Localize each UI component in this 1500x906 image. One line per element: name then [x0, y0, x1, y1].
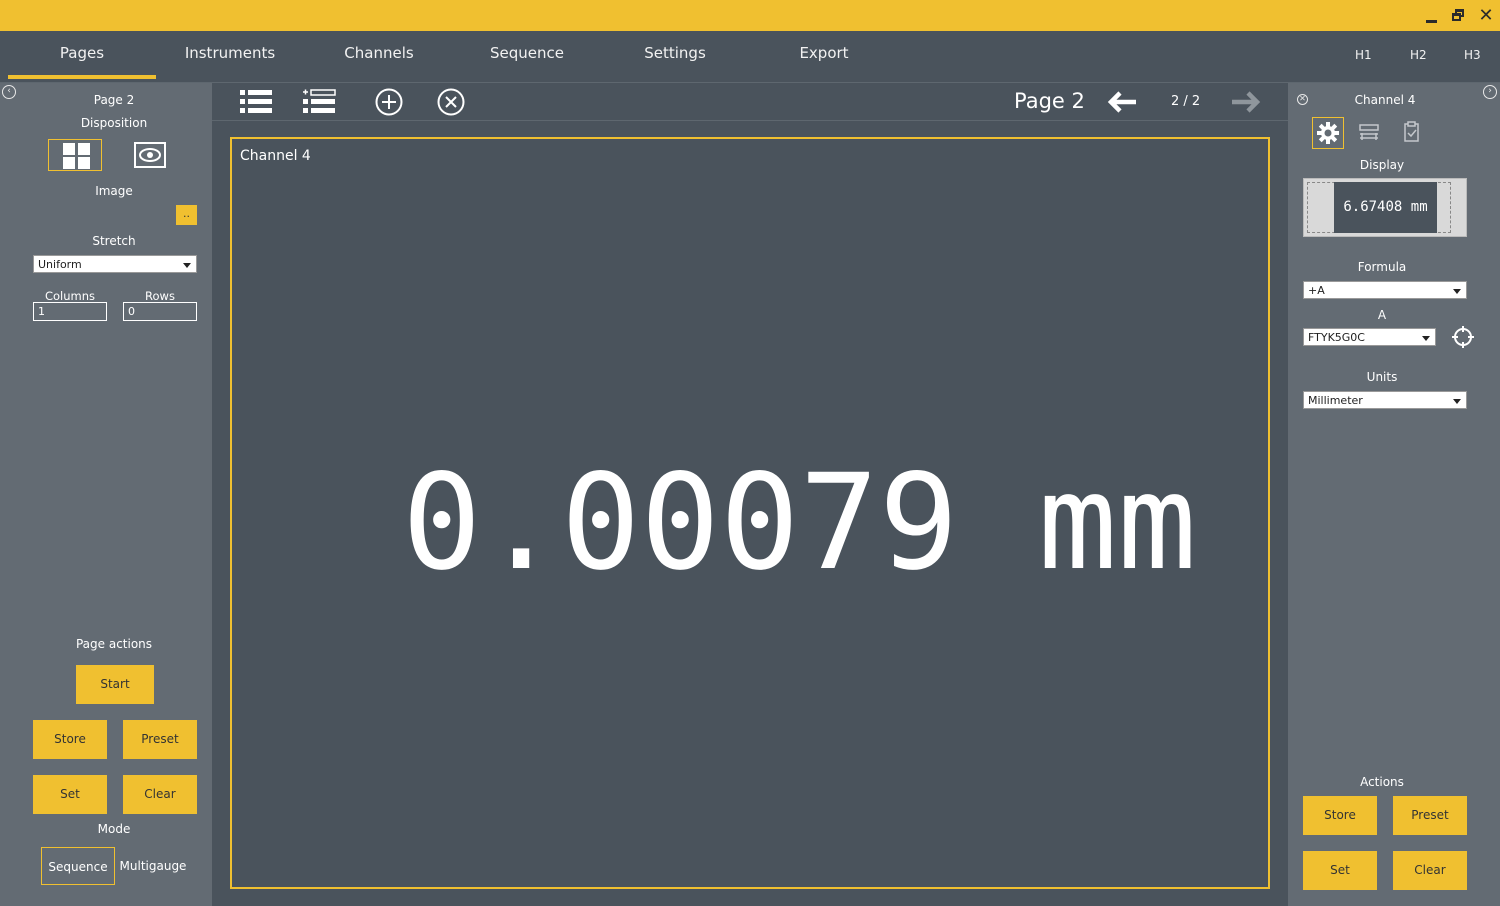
page-title: Page 2 — [1014, 89, 1085, 113]
display-preview-value: 6.67408 mm — [1334, 182, 1437, 233]
channel-display-tile[interactable]: Channel 4 0.00079 mm — [230, 137, 1270, 889]
crosshair-icon[interactable] — [1451, 325, 1475, 349]
a-source-value: FTYK5G0C — [1308, 331, 1365, 344]
chevron-down-icon — [183, 263, 191, 268]
limits-icon — [1359, 124, 1379, 140]
formula-value: +A — [1308, 284, 1325, 297]
tab-h1[interactable]: H1 — [1355, 48, 1372, 62]
grid-layout-button[interactable] — [48, 139, 102, 171]
gear-icon — [1317, 122, 1339, 144]
collapse-right-icon[interactable]: › — [1483, 85, 1497, 99]
remove-circle-icon[interactable] — [436, 87, 466, 117]
channel-set-button[interactable]: Set — [1303, 851, 1377, 890]
page-name-label: Page 2 — [93, 93, 135, 107]
actions-label: Actions — [1360, 775, 1404, 789]
mode-multigauge-button[interactable]: Multigauge — [116, 847, 190, 885]
tab-h2[interactable]: H2 — [1410, 48, 1427, 62]
start-button[interactable]: Start — [76, 665, 154, 704]
channel-name-label: Channel 4 — [1354, 93, 1416, 107]
a-label: A — [1377, 308, 1387, 322]
disposition-label: Disposition — [80, 116, 148, 130]
tab-instruments[interactable]: Instruments — [156, 31, 304, 78]
image-layout-button[interactable] — [123, 139, 177, 171]
title-bar: ✕ — [0, 0, 1500, 31]
grid-icon — [63, 143, 90, 169]
tab-channels[interactable]: Channels — [305, 31, 453, 78]
page-toolbar: Page 2 2 / 2 — [212, 83, 1288, 121]
page-clear-button[interactable]: Clear — [123, 775, 197, 814]
a-source-select[interactable]: FTYK5G0C — [1303, 328, 1436, 346]
eye-icon — [134, 142, 166, 168]
tab-export[interactable]: Export — [750, 31, 898, 78]
columns-label: Columns — [44, 289, 96, 303]
tab-settings[interactable]: Settings — [601, 31, 749, 78]
add-list-item-icon[interactable] — [302, 88, 336, 116]
next-page-arrow-icon[interactable] — [1230, 89, 1262, 115]
previous-page-arrow-icon[interactable] — [1106, 89, 1138, 115]
stretch-value: Uniform — [38, 258, 82, 271]
main-nav: Pages Instruments Channels Sequence Sett… — [0, 31, 1500, 83]
clipboard-check-icon — [1404, 121, 1419, 142]
mode-label: Mode — [97, 822, 131, 836]
display-label: Display — [1359, 158, 1405, 172]
chevron-down-icon — [1453, 289, 1461, 294]
page-preset-button[interactable]: Preset — [123, 720, 197, 759]
add-circle-icon[interactable] — [374, 87, 404, 117]
image-label: Image — [95, 184, 133, 198]
measurement-value: 0.00079 mm — [402, 446, 1197, 600]
tab-channel-settings[interactable] — [1312, 117, 1344, 149]
formula-select[interactable]: +A — [1303, 281, 1467, 299]
page-store-button[interactable]: Store — [33, 720, 107, 759]
tab-sequence[interactable]: Sequence — [453, 31, 601, 78]
channel-clear-button[interactable]: Clear — [1393, 851, 1467, 890]
channel-store-button[interactable]: Store — [1303, 796, 1377, 835]
mode-sequence-button[interactable]: Sequence — [41, 847, 115, 885]
stretch-select[interactable]: Uniform — [33, 255, 197, 273]
maximize-icon[interactable] — [1449, 6, 1469, 26]
units-select[interactable]: Millimeter — [1303, 391, 1467, 409]
rows-label: Rows — [145, 289, 175, 303]
minimize-icon[interactable] — [1422, 6, 1442, 26]
page-counter: 2 / 2 — [1171, 94, 1201, 109]
units-label: Units — [1366, 370, 1398, 384]
rows-input[interactable]: 0 — [123, 302, 197, 321]
columns-input[interactable]: 1 — [33, 302, 107, 321]
page-set-button[interactable]: Set — [33, 775, 107, 814]
display-preview[interactable]: 6.67408 mm — [1303, 178, 1467, 237]
formula-label: Formula — [1357, 260, 1407, 274]
tab-channel-validation[interactable] — [1396, 117, 1428, 149]
channel-preset-button[interactable]: Preset — [1393, 796, 1467, 835]
chevron-down-icon — [1422, 336, 1430, 341]
units-value: Millimeter — [1308, 394, 1363, 407]
channel-title: Channel 4 — [240, 148, 311, 164]
tab-pages[interactable]: Pages — [8, 31, 156, 79]
tab-channel-limits[interactable] — [1354, 117, 1386, 149]
stretch-label: Stretch — [92, 234, 136, 248]
close-icon[interactable]: ✕ — [1476, 6, 1496, 26]
tab-h3[interactable]: H3 — [1464, 48, 1481, 62]
page-actions-label: Page actions — [75, 637, 153, 651]
chevron-down-icon — [1453, 399, 1461, 404]
image-browse-button[interactable]: .. — [176, 205, 197, 225]
list-view-icon[interactable] — [239, 88, 273, 116]
